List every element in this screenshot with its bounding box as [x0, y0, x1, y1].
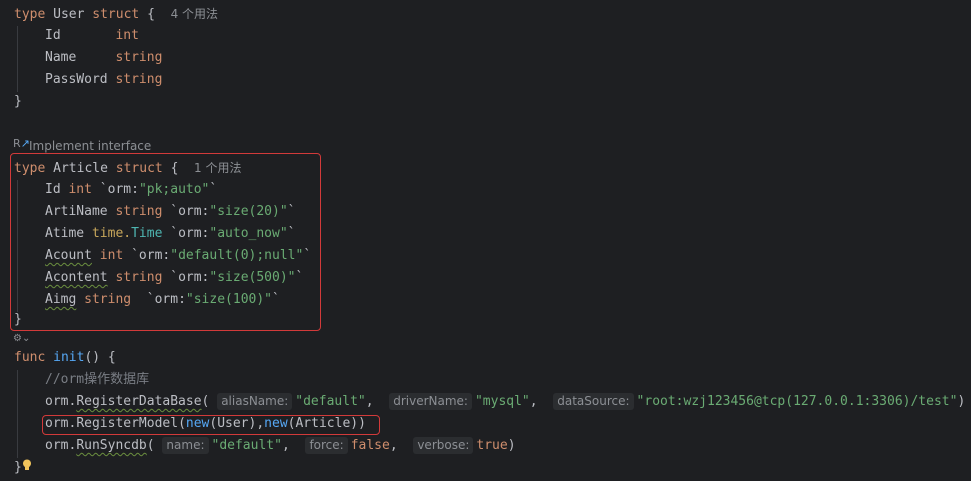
code-comment: //orm操作数据库 — [45, 372, 150, 387]
struct-field: PassWord string — [45, 69, 162, 91]
struct-field: Name string — [45, 47, 162, 69]
method-register-database[interactable]: RegisterDataBase — [76, 394, 201, 409]
code-line-run-syncdb: orm.RunSyncdb( name: "default", force: fal… — [45, 437, 516, 454]
code-editor[interactable]: type User struct { 4 个用法 Id int Name str… — [0, 0, 971, 481]
usages-hint[interactable]: 4 个用法 — [171, 7, 218, 21]
code-line: type User struct { 4 个用法 — [14, 3, 218, 25]
struct-field: Id int — [45, 25, 139, 47]
implement-interface-icon[interactable]: R↗ — [13, 137, 30, 150]
field-type: int — [115, 28, 139, 43]
closing-brace: } — [14, 460, 22, 475]
fold-icon[interactable]: ⚙⌄ — [13, 333, 30, 344]
function-name-init[interactable]: init — [53, 350, 84, 365]
param-hint: verbose: — [413, 437, 474, 454]
field-name: Name — [45, 50, 77, 65]
field-name: PassWord — [45, 72, 108, 87]
param-hint: dataSource: — [553, 393, 634, 410]
struct-name-user[interactable]: User — [53, 7, 84, 22]
field-type: string — [115, 50, 163, 65]
param-hint: driverName: — [389, 393, 472, 410]
keyword-struct: struct — [92, 7, 140, 22]
lightbulb-icon[interactable] — [22, 459, 32, 471]
keyword-func: func — [14, 350, 46, 365]
highlight-box-register-model — [42, 415, 380, 435]
indent-guide — [17, 26, 18, 92]
closing-brace: } — [14, 94, 22, 109]
param-hint: name: — [162, 437, 209, 454]
method-run-syncdb[interactable]: RunSyncdb — [76, 438, 146, 453]
code-line-register-database: orm.RegisterDataBase( aliasName: "default… — [45, 393, 966, 410]
code-line: func init() { — [14, 350, 116, 365]
param-hint: aliasName: — [217, 393, 293, 410]
param-hint: force: — [305, 437, 348, 454]
brace: { — [147, 7, 155, 22]
highlight-box-article — [10, 153, 321, 331]
indent-guide — [17, 370, 18, 458]
keyword-type: type — [14, 7, 46, 22]
field-type: string — [115, 72, 163, 87]
field-name: Id — [45, 28, 61, 43]
